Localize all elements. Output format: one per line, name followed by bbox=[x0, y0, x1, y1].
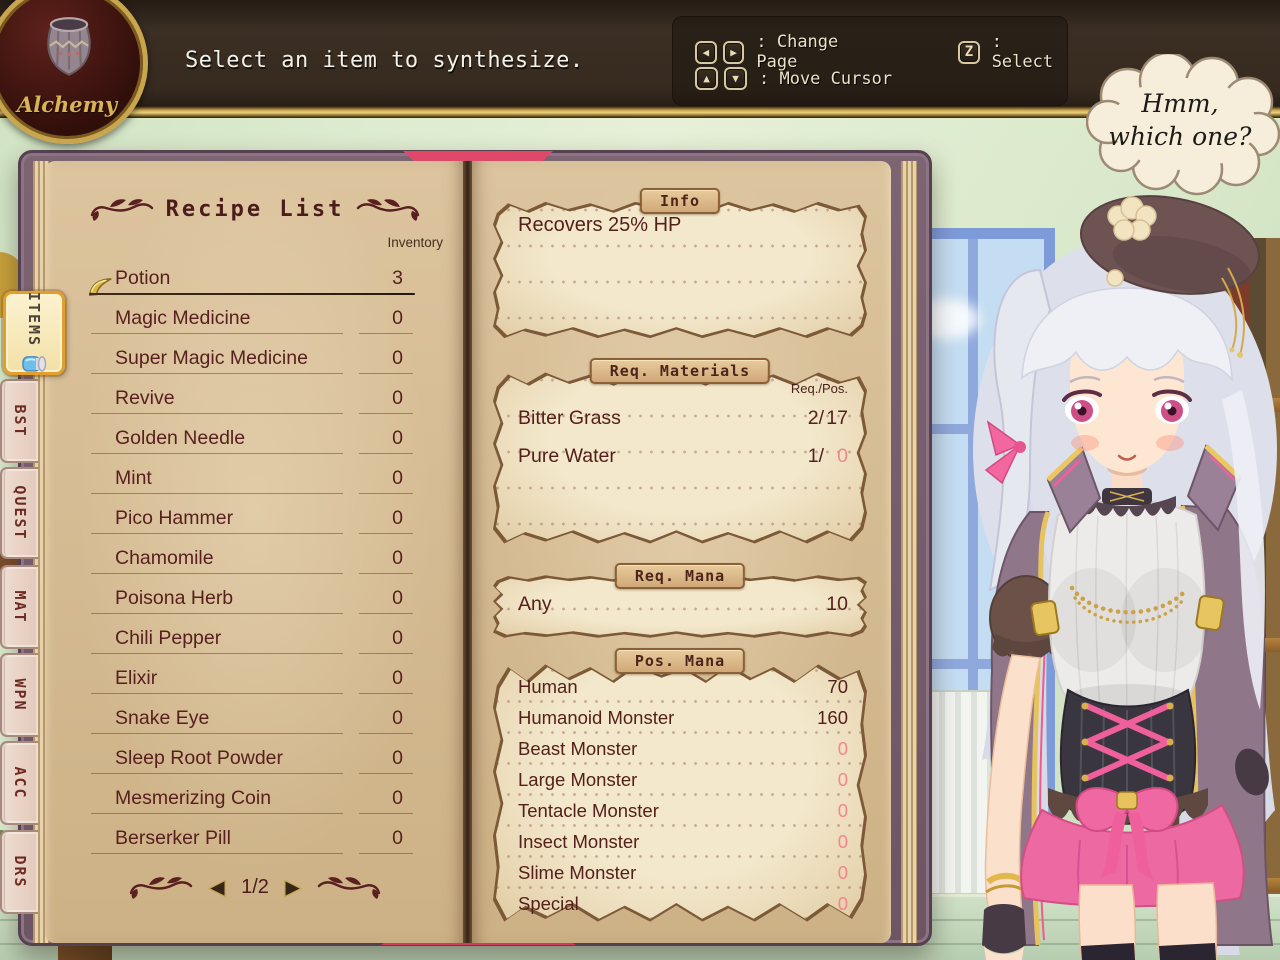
key-z-icon: Z bbox=[958, 41, 979, 64]
recipe-row[interactable]: Revive0 bbox=[45, 375, 465, 415]
info-panel-title: Info bbox=[640, 188, 720, 214]
instruction-message: Select an item to synthesize. bbox=[185, 48, 584, 73]
recipe-row[interactable]: Poisona Herb0 bbox=[45, 575, 465, 615]
thought-bubble: Hmm, which one? bbox=[1086, 54, 1280, 196]
tab-drs[interactable]: DRS bbox=[0, 830, 38, 914]
page-stack-right bbox=[901, 161, 917, 943]
alchemy-screen: Recipe List Inventory Potion3Magic Medic… bbox=[0, 0, 1280, 960]
select-label: : Select bbox=[992, 32, 1067, 72]
flourish-icon bbox=[317, 873, 381, 901]
prev-page-button[interactable]: ◀ bbox=[209, 877, 225, 898]
alchemy-pot-icon bbox=[37, 13, 101, 83]
key-down-icon: ▼ bbox=[724, 67, 747, 90]
materials-panel-title: Req. Materials bbox=[590, 358, 770, 384]
recipe-rows: Potion3Magic Medicine0Super Magic Medici… bbox=[45, 255, 465, 855]
pos-mana-row: Humanoid Monster160 bbox=[496, 702, 864, 733]
recipe-row[interactable]: Super Magic Medicine0 bbox=[45, 335, 465, 375]
page-title: Recipe List bbox=[166, 197, 345, 222]
tab-label: BST bbox=[11, 404, 29, 437]
pos-mana-row: Beast Monster0 bbox=[496, 733, 864, 764]
tab-label: DRS bbox=[11, 855, 29, 888]
alchemy-badge: Alchemy bbox=[0, 0, 148, 144]
recipe-row[interactable]: Chili Pepper0 bbox=[45, 615, 465, 655]
tab-label: WPN bbox=[11, 678, 29, 711]
tab-bst[interactable]: BST bbox=[0, 379, 38, 463]
pos-mana-row: Insect Monster0 bbox=[496, 826, 864, 857]
thought-bubble-text: Hmm, which one? bbox=[1086, 88, 1274, 153]
material-row: Pure Water1/0 bbox=[496, 437, 864, 475]
potion-jar-icon bbox=[21, 354, 47, 374]
recipe-list-page: Recipe List Inventory Potion3Magic Medic… bbox=[45, 161, 465, 943]
character-illustration bbox=[930, 150, 1280, 960]
material-row: Bitter Grass2/17 bbox=[496, 399, 864, 437]
recipe-row[interactable]: Mesmerizing Coin0 bbox=[45, 775, 465, 815]
recipe-row[interactable]: Mint0 bbox=[45, 455, 465, 495]
change-page-label: : Change Page bbox=[756, 32, 880, 72]
tab-label: ACC bbox=[11, 766, 29, 799]
info-text: Recovers 25% HP bbox=[518, 214, 681, 237]
tab-label: QUEST bbox=[11, 485, 29, 540]
req-mana-row: Any10 bbox=[496, 585, 864, 623]
recipe-row[interactable]: Snake Eye0 bbox=[45, 695, 465, 735]
recipe-row[interactable]: Sleep Root Powder0 bbox=[45, 735, 465, 775]
controls-legend: ◀ ▶ : Change Page Z : Select ▲ ▼ : Move … bbox=[672, 16, 1068, 106]
badge-label: Alchemy bbox=[0, 92, 143, 117]
book-spine bbox=[463, 161, 472, 943]
tab-acc[interactable]: ACC bbox=[0, 741, 38, 825]
tab-label: ITEMS bbox=[25, 292, 43, 347]
recipe-row[interactable]: Chamomile0 bbox=[45, 535, 465, 575]
tab-wpn[interactable]: WPN bbox=[0, 653, 38, 737]
tab-quest[interactable]: QUEST bbox=[0, 467, 38, 559]
detail-page: Info Recovers 25% HP Req. Materials Req.… bbox=[471, 161, 891, 943]
recipe-row[interactable]: Magic Medicine0 bbox=[45, 295, 465, 335]
move-cursor-label: : Move Cursor bbox=[759, 69, 892, 89]
pos-mana-row: Human70 bbox=[496, 671, 864, 702]
pos-mana-rows: Human70Humanoid Monster160Beast Monster0… bbox=[496, 671, 864, 919]
next-page-button[interactable]: ▶ bbox=[285, 877, 301, 898]
tab-items[interactable]: ITEMS bbox=[3, 291, 65, 375]
flourish-icon bbox=[356, 195, 420, 223]
flourish-icon bbox=[90, 195, 154, 223]
pos-mana-row: Tentacle Monster0 bbox=[496, 795, 864, 826]
req-mana-panel-title: Req. Mana bbox=[615, 563, 745, 589]
pos-mana-row: Large Monster0 bbox=[496, 764, 864, 795]
pos-mana-panel-title: Pos. Mana bbox=[615, 648, 745, 674]
inventory-column-label: Inventory bbox=[387, 235, 443, 250]
pos-mana-row: Special0 bbox=[496, 888, 864, 919]
page-navigation: ◀ 1/2 ▶ bbox=[45, 873, 465, 901]
key-left-icon: ◀ bbox=[695, 41, 717, 64]
flourish-icon bbox=[129, 873, 193, 901]
tab-mat[interactable]: MAT bbox=[0, 565, 38, 649]
pos-mana-row: Slime Monster0 bbox=[496, 857, 864, 888]
materials-rows: Bitter Grass2/17Pure Water1/0 bbox=[496, 399, 864, 475]
key-up-icon: ▲ bbox=[695, 67, 718, 90]
key-right-icon: ▶ bbox=[723, 41, 745, 64]
recipe-row[interactable]: Pico Hammer0 bbox=[45, 495, 465, 535]
req-pos-column-label: Req./Pos. bbox=[791, 381, 848, 396]
recipe-row[interactable]: Elixir0 bbox=[45, 655, 465, 695]
recipe-book: Recipe List Inventory Potion3Magic Medic… bbox=[18, 150, 932, 946]
tab-label: MAT bbox=[11, 590, 29, 623]
recipe-row[interactable]: Golden Needle0 bbox=[45, 415, 465, 455]
page-indicator: 1/2 bbox=[241, 876, 269, 899]
recipe-row[interactable]: Berserker Pill0 bbox=[45, 815, 465, 855]
recipe-row[interactable]: Potion3 bbox=[45, 255, 465, 295]
